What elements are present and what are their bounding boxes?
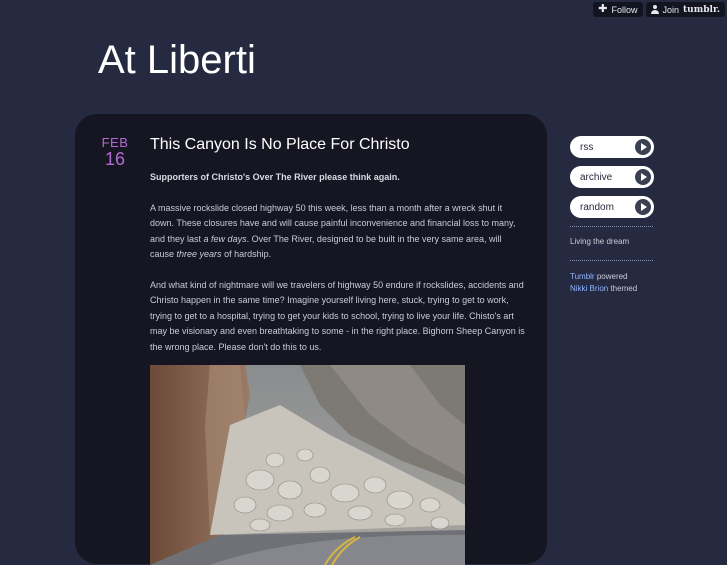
- rockslide-image: [150, 365, 465, 565]
- p1-text-c: of hardship.: [221, 249, 272, 259]
- archive-button[interactable]: archive: [570, 166, 654, 188]
- follow-button[interactable]: ✚ Follow: [593, 2, 643, 17]
- plus-icon: ✚: [598, 3, 608, 15]
- post-panel: FEB 16 This Canyon Is No Place For Chris…: [75, 114, 547, 565]
- post-date: FEB 16: [100, 135, 130, 169]
- p1-emphasis-2: three years: [176, 249, 222, 259]
- themed-text: themed: [608, 284, 638, 293]
- post-lead: Supporters of Christo's Over The River p…: [150, 172, 400, 182]
- post-title[interactable]: This Canyon Is No Place For Christo: [150, 136, 410, 154]
- sidebar: rss archive random Living the dream Tumb…: [570, 136, 654, 295]
- tumblr-link[interactable]: Tumblr: [570, 272, 595, 281]
- p1-emphasis: a few days: [203, 233, 247, 244]
- post-month: FEB: [101, 135, 129, 150]
- join-label: Join: [662, 4, 680, 15]
- random-label: random: [580, 201, 614, 213]
- rss-label: rss: [580, 141, 594, 153]
- arrow-right-icon: [635, 139, 651, 155]
- powered-text: powered: [594, 272, 628, 281]
- post-paragraph-1: A massive rockslide closed highway 50 th…: [150, 201, 528, 263]
- post-paragraph-2: And what kind of nightmare will we trave…: [150, 279, 525, 352]
- tumblr-controls: ✚ Follow Join tumblr.: [593, 2, 725, 17]
- follow-label: Follow: [611, 4, 638, 15]
- theme-credits: Tumblr powered Nikki Brion themed: [570, 271, 654, 295]
- arrow-right-icon: [635, 169, 651, 185]
- divider: [570, 226, 653, 227]
- divider: [570, 260, 653, 261]
- rockslide-photo: [150, 365, 465, 565]
- archive-label: archive: [580, 171, 613, 183]
- blog-tagline: Living the dream: [570, 237, 630, 246]
- post-day: 16: [104, 149, 126, 169]
- join-tumblr-button[interactable]: Join tumblr.: [645, 2, 725, 17]
- blog-title[interactable]: At Liberti: [98, 38, 256, 83]
- rss-button[interactable]: rss: [570, 136, 654, 158]
- tumblr-logo: tumblr.: [683, 4, 720, 15]
- post-body: Supporters of Christo's Over The River p…: [150, 170, 528, 370]
- random-button[interactable]: random: [570, 196, 654, 218]
- author-link[interactable]: Nikki Brion: [570, 284, 608, 293]
- person-icon: [650, 5, 659, 14]
- arrow-right-icon: [635, 199, 651, 215]
